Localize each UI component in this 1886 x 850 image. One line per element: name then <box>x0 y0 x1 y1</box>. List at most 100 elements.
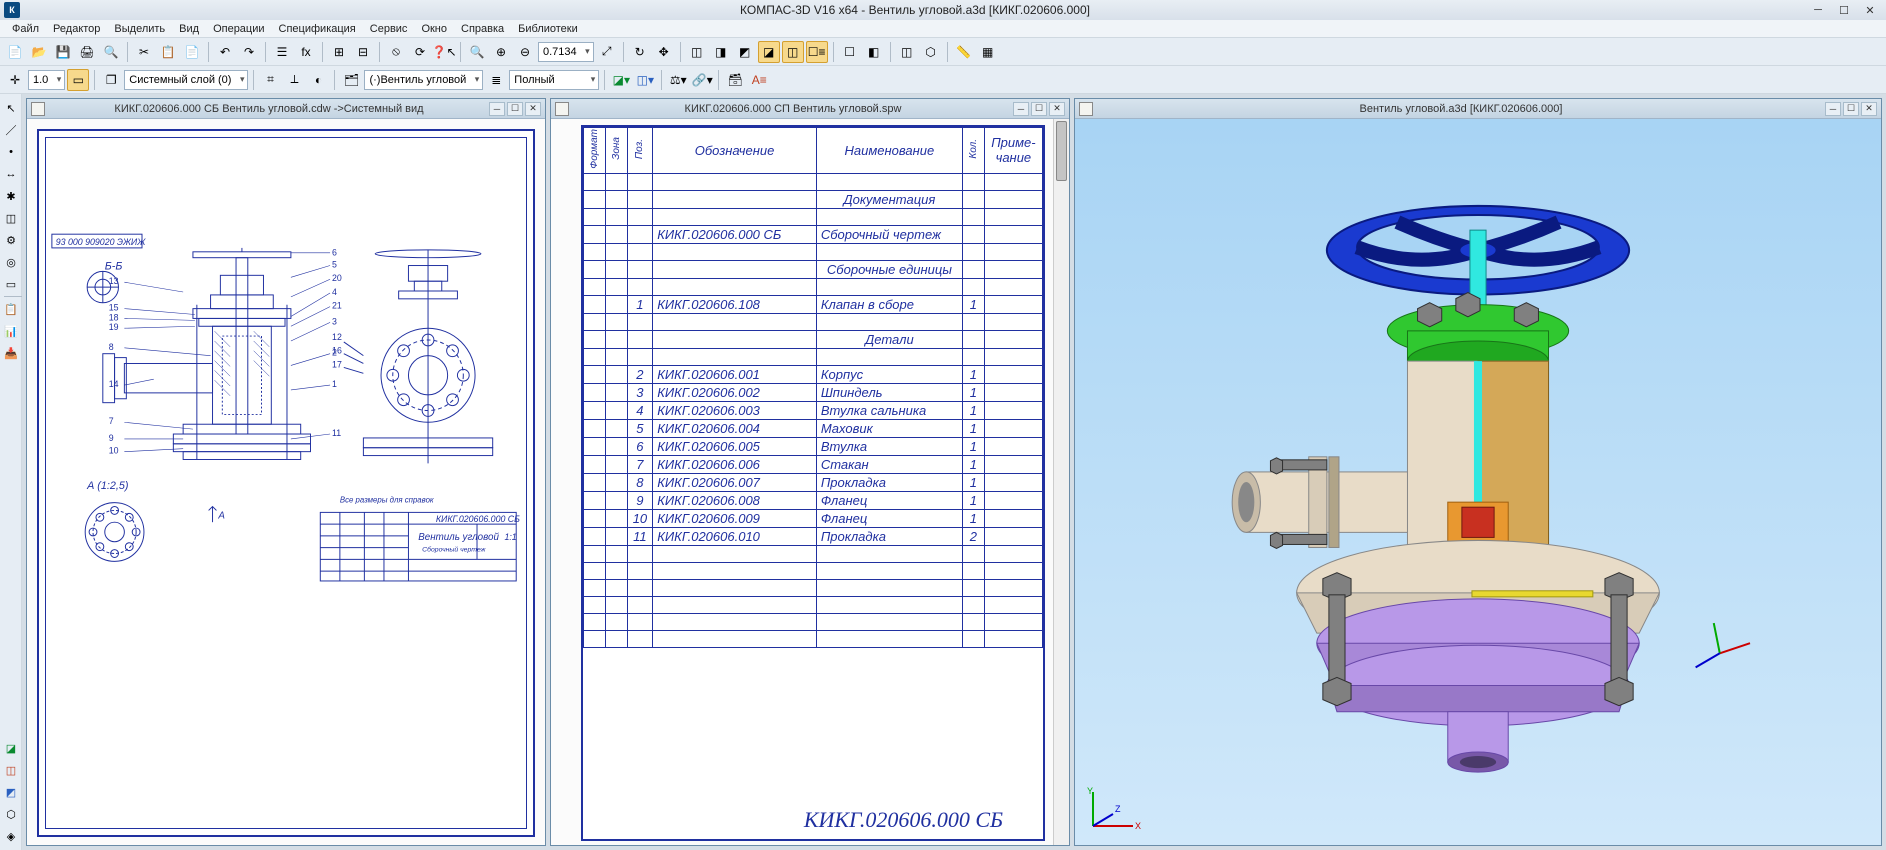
preview-button[interactable]: 🔍 <box>100 41 122 63</box>
scrollbar-vertical[interactable] <box>1053 119 1069 845</box>
table-row[interactable]: 3КИКГ.020606.002Шпиндель1 <box>584 383 1043 401</box>
lib-tool-5[interactable]: ◈ <box>1 826 21 846</box>
shaded-edges-button[interactable]: ◫ <box>782 41 804 63</box>
material-button[interactable]: 🗃 <box>724 69 746 91</box>
menu-spec[interactable]: Спецификация <box>273 22 362 36</box>
doc-maximize-button[interactable]: ☐ <box>1031 102 1047 116</box>
table-row[interactable]: Документация <box>584 190 1043 208</box>
model-edit-button[interactable]: ◫▾ <box>634 69 656 91</box>
doc-close-button[interactable]: ✕ <box>1049 102 1065 116</box>
cut-button[interactable]: ✂ <box>133 41 155 63</box>
render-simplified-button[interactable]: ◧ <box>863 41 885 63</box>
manager-button[interactable]: ⊞ <box>328 41 350 63</box>
arrow-tool[interactable]: ↖ <box>1 98 21 118</box>
lcs-button[interactable]: ⌗ <box>259 69 281 91</box>
menu-select[interactable]: Выделить <box>108 22 171 36</box>
table-row[interactable] <box>584 613 1043 630</box>
table-row[interactable]: 11КИКГ.020606.010Прокладка2 <box>584 527 1043 545</box>
wireframe-button[interactable]: ◫ <box>686 41 708 63</box>
doc-close-button[interactable]: ✕ <box>1861 102 1877 116</box>
view-combo[interactable]: (·)Вентиль угловой <box>364 70 483 90</box>
dim-tool[interactable]: ↔ <box>1 164 21 184</box>
display-combo[interactable]: Полный <box>509 70 599 90</box>
hidden-removed-button[interactable]: ◩ <box>734 41 756 63</box>
table-row[interactable] <box>584 596 1043 613</box>
view-list-button[interactable]: ≣ <box>485 69 507 91</box>
table-row[interactable]: Сборочные единицы <box>584 260 1043 278</box>
notes-button[interactable]: A≡ <box>748 69 770 91</box>
save-button[interactable]: 💾 <box>52 41 74 63</box>
table-row[interactable] <box>584 173 1043 190</box>
symbol-tool[interactable]: ✱ <box>1 186 21 206</box>
doc-minimize-button[interactable]: ─ <box>489 102 505 116</box>
table-row[interactable] <box>584 562 1043 579</box>
layer-button[interactable]: ❐ <box>100 69 122 91</box>
hidden-grey-button[interactable]: ◨ <box>710 41 732 63</box>
menu-libraries[interactable]: Библиотеки <box>512 22 584 36</box>
help-context-button[interactable]: ❓↖ <box>433 41 455 63</box>
scrollbar-thumb[interactable] <box>1056 121 1067 181</box>
lib-tool-4[interactable]: ⬡ <box>1 804 21 824</box>
measure-tool[interactable]: ◎ <box>1 252 21 272</box>
layer-combo[interactable]: Системный слой (0) <box>124 70 248 90</box>
snap-button[interactable]: ✛ <box>4 69 26 91</box>
refresh-button[interactable]: ⟳ <box>409 41 431 63</box>
zoom-window-button[interactable]: 🔍 <box>466 41 488 63</box>
snap-round-button[interactable]: ◐ <box>307 69 329 91</box>
table-row[interactable] <box>584 545 1043 562</box>
ortho-button[interactable]: ⟂ <box>283 69 305 91</box>
doc-minimize-button[interactable]: ─ <box>1825 102 1841 116</box>
auto-linewidth-button[interactable]: ▭ <box>67 69 89 91</box>
section-button[interactable]: ◫ <box>896 41 918 63</box>
menu-service[interactable]: Сервис <box>364 22 414 36</box>
insert-part-button[interactable]: ◪▾ <box>610 69 632 91</box>
pan-button[interactable]: ✥ <box>653 41 675 63</box>
mass-props-button[interactable]: ⚖▾ <box>667 69 689 91</box>
menu-editor[interactable]: Редактор <box>47 22 106 36</box>
point-tool[interactable]: • <box>1 142 21 162</box>
menu-window[interactable]: Окно <box>415 22 453 36</box>
params-tool[interactable]: ⚙ <box>1 230 21 250</box>
spec-tool[interactable]: 📋 <box>1 299 21 319</box>
doc-close-button[interactable]: ✕ <box>525 102 541 116</box>
doc-minimize-button[interactable]: ─ <box>1013 102 1029 116</box>
rotate-button[interactable]: ↻ <box>629 41 651 63</box>
variables-button[interactable]: fx <box>295 41 317 63</box>
zoom-in-button[interactable]: ⊕ <box>490 41 512 63</box>
table-row[interactable]: 1КИКГ.020606.108Клапан в сборе1 <box>584 295 1043 313</box>
table-row[interactable]: 2КИКГ.020606.001Корпус1 <box>584 365 1043 383</box>
views-button[interactable]: 🗂 <box>340 69 362 91</box>
table-row[interactable]: 7КИКГ.020606.006Стакан1 <box>584 455 1043 473</box>
undo-button[interactable]: ↶ <box>214 41 236 63</box>
table-row[interactable] <box>584 579 1043 596</box>
table-row[interactable]: Детали <box>584 330 1043 348</box>
table-row[interactable]: 6КИКГ.020606.005Втулка1 <box>584 437 1043 455</box>
table-row[interactable]: 4КИКГ.020606.003Втулка сальника1 <box>584 401 1043 419</box>
doc-titlebar-drawing[interactable]: КИКГ.020606.000 СБ Вентиль угловой.cdw -… <box>27 99 545 119</box>
linewidth-combo[interactable]: 1.0 <box>28 70 65 90</box>
render-normal-button[interactable]: ☐ <box>839 41 861 63</box>
minimize-button[interactable]: ─ <box>1806 2 1830 18</box>
lib-tool-1[interactable]: ◪ <box>1 738 21 758</box>
select-tool[interactable]: ▭ <box>1 274 21 294</box>
zoom-out-button[interactable]: ⊖ <box>514 41 536 63</box>
perspective-button[interactable]: ☐≡ <box>806 41 828 63</box>
table-row[interactable]: 10КИКГ.020606.009Фланец1 <box>584 509 1043 527</box>
doc-maximize-button[interactable]: ☐ <box>507 102 523 116</box>
menu-help[interactable]: Справка <box>455 22 510 36</box>
zoom-combo[interactable]: 0.7134 <box>538 42 594 62</box>
link-button[interactable]: 🔗▾ <box>691 69 713 91</box>
windows-button[interactable]: ⊟ <box>352 41 374 63</box>
new-button[interactable]: 📄 <box>4 41 26 63</box>
print-button[interactable]: 🖨 <box>76 41 98 63</box>
stop-button[interactable]: ⦸ <box>385 41 407 63</box>
menu-operations[interactable]: Операции <box>207 22 270 36</box>
reports-tool[interactable]: 📊 <box>1 321 21 341</box>
open-button[interactable]: 📂 <box>28 41 50 63</box>
paste-button[interactable]: 📄 <box>181 41 203 63</box>
table-row[interactable] <box>584 313 1043 330</box>
menu-view[interactable]: Вид <box>173 22 205 36</box>
shaded-button[interactable]: ◪ <box>758 41 780 63</box>
filter-parts-button[interactable]: ⬡ <box>920 41 942 63</box>
edit-tool[interactable]: ◫ <box>1 208 21 228</box>
